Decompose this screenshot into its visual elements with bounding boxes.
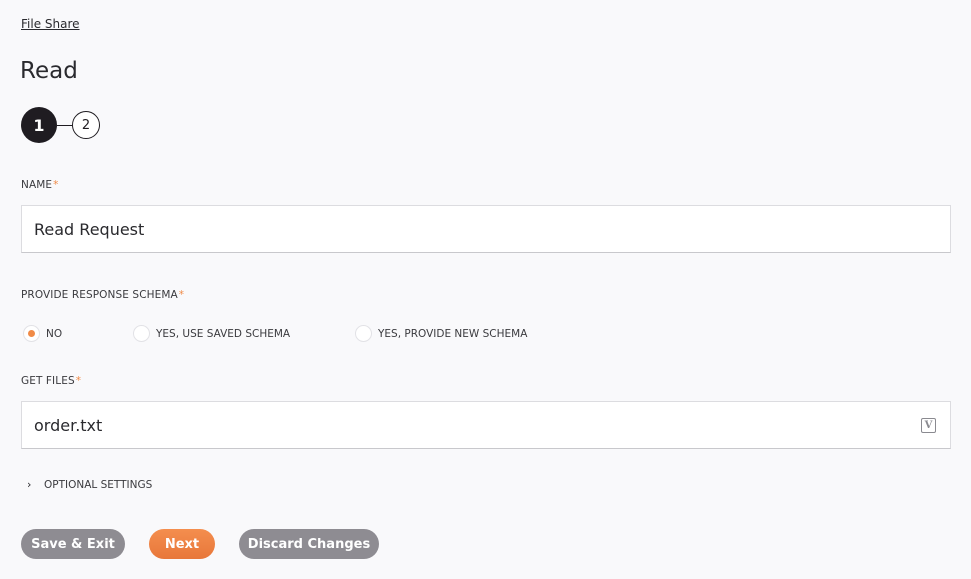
step-connector: [57, 124, 72, 126]
next-button[interactable]: Next: [149, 529, 215, 559]
chevron-right-icon: ›: [27, 478, 32, 491]
radio-provide-new-schema-label: YES, PROVIDE NEW SCHEMA: [378, 327, 528, 340]
radio-use-saved-schema[interactable]: YES, USE SAVED SCHEMA: [133, 325, 290, 342]
breadcrumb-file-share[interactable]: File Share: [21, 17, 80, 31]
step-2[interactable]: 2: [72, 111, 100, 139]
save-exit-button[interactable]: Save & Exit: [21, 529, 125, 559]
variable-icon[interactable]: V: [921, 418, 936, 433]
radio-no[interactable]: NO: [23, 325, 62, 342]
get-files-input[interactable]: [21, 401, 951, 449]
radio-provide-new-schema[interactable]: YES, PROVIDE NEW SCHEMA: [355, 325, 527, 342]
page: File Share Read 1 2 NAME* PROVIDE RESPON…: [0, 0, 971, 579]
radio-button-selected[interactable]: [23, 325, 40, 342]
response-schema-label: PROVIDE RESPONSE SCHEMA*: [21, 289, 184, 301]
radio-button[interactable]: [355, 325, 372, 342]
required-marker: *: [53, 179, 59, 191]
get-files-label: GET FILES*: [21, 375, 81, 387]
get-files-label-text: GET FILES: [21, 375, 75, 387]
optional-settings-toggle[interactable]: › OPTIONAL SETTINGS: [27, 478, 152, 491]
step-1[interactable]: 1: [21, 107, 57, 143]
discard-changes-button[interactable]: Discard Changes: [239, 529, 379, 559]
name-label: NAME*: [21, 179, 59, 191]
name-input[interactable]: [21, 205, 951, 253]
radio-no-label: NO: [46, 327, 63, 340]
radio-use-saved-schema-label: YES, USE SAVED SCHEMA: [156, 327, 291, 340]
radio-button[interactable]: [133, 325, 150, 342]
response-schema-label-text: PROVIDE RESPONSE SCHEMA: [21, 289, 178, 301]
radio-dot: [28, 330, 35, 337]
name-label-text: NAME: [21, 179, 53, 191]
response-schema-radio-group: NO YES, USE SAVED SCHEMA YES, PROVIDE NE…: [21, 325, 721, 345]
required-marker: *: [75, 375, 82, 387]
optional-settings-label: OPTIONAL SETTINGS: [44, 478, 153, 491]
required-marker: *: [178, 289, 185, 301]
stepper: 1 2: [21, 107, 100, 143]
page-title: Read: [20, 58, 78, 84]
